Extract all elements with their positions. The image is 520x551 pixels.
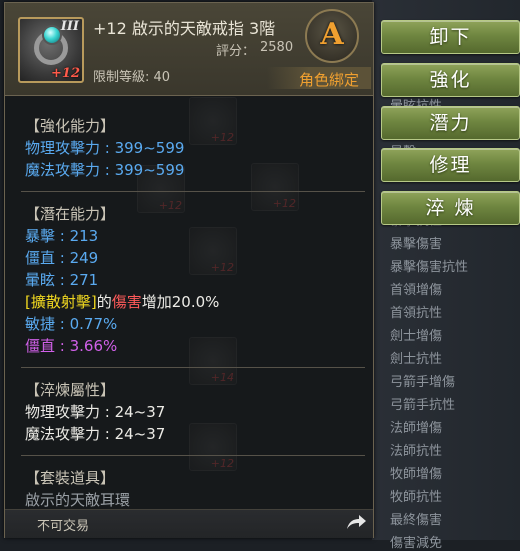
unequip-button[interactable]: 卸下 [381,20,520,54]
inventory-slot-ghost: +12 [189,423,237,471]
required-level: 限制等級: 40 [93,70,171,85]
skill-bonus: 增加20.0% [141,293,220,311]
repair-button[interactable]: 修理 [381,148,520,182]
background-stat-item: 法師增傷 [390,421,443,436]
share-arrow-icon[interactable] [345,513,367,531]
inventory-slot-ghost: +12 [189,227,237,275]
skill-damage-word: 傷害 [111,293,142,311]
background-stat-item: 暴擊傷害 [390,237,443,252]
tier-mark: III [60,19,79,34]
rating-value: 2580 [260,40,294,55]
inventory-slot-ghost: +14 [189,337,237,385]
background-stat-item: 劍士抗性 [390,352,443,367]
background-stat-item: 首領抗性 [390,306,443,321]
enhance-stat-line: 物理攻擊力 : 399~599 [25,139,185,157]
refine-stat-line: 物理攻擊力 : 24~37 [25,403,166,421]
ring-with-cyan-gem-icon: III +12 [18,17,84,83]
potential-section-title: 【潛在能力】 [25,205,116,223]
background-stat-item: 劍士增傷 [390,329,443,344]
potential-button[interactable]: 潛力 [381,106,520,140]
section-divider [21,191,365,192]
refine-stat-line: 魔法攻擊力 : 24~37 [25,425,166,443]
background-stat-item: 弓箭手抗性 [390,398,456,413]
skill-name: [擴散射擊] [25,293,97,311]
background-stat-item: 傷害減免 [390,536,443,551]
bind-status: 角色綁定 [299,71,360,89]
grade-badge: A [305,9,359,63]
background-stat-item: 最終傷害 [390,513,443,528]
background-stat-item: 暴擊傷害抗性 [390,260,469,275]
item-tooltip: +12 +12 +12 +12 +14 +12 III +12 +12 啟示的天… [4,2,374,538]
potential-stat-line: 僵直 : 249 [25,249,99,267]
enhance-section-title: 【強化能力】 [25,117,116,135]
potential-stat-line: 暴擊 : 213 [25,227,99,245]
background-stat-item: 法師抗性 [390,444,443,459]
potential-stat-line: 暈眩 : 271 [25,271,99,289]
rating-label: 評分： [216,44,256,59]
refine-section-title: 【淬煉屬性】 [25,381,116,399]
trade-status: 不可交易 [37,519,90,534]
background-stat-item: 牧師抗性 [390,490,443,505]
inventory-slot-ghost: +12 [251,163,299,211]
potential-stat-line: 敏捷 : 0.77% [25,315,118,333]
skill-connector: 的 [96,293,112,311]
enhance-mark: +12 [51,66,80,81]
section-divider [21,367,365,368]
background-stat-item: 牧師增傷 [390,467,443,482]
inventory-slot-ghost: +12 [189,97,237,145]
potential-stat-line: 僵直 : 3.66% [25,337,118,355]
enhance-stat-line: 魔法攻擊力 : 399~599 [25,161,185,179]
item-name: +12 啟示的天敵戒指 3階 [93,19,276,38]
refine-button[interactable]: 淬 煉 [381,191,520,225]
set-item-name: 啟示的天敵耳環 [25,491,131,509]
section-divider [21,455,365,456]
potential-skill-line: [擴散射擊]的傷害增加20.0% [25,291,219,312]
set-section-title: 【套裝道具】 [25,469,116,487]
background-stat-item: 弓箭手增傷 [390,375,456,390]
background-stat-item: 首領增傷 [390,283,443,298]
enhance-button[interactable]: 強化 [381,63,520,97]
